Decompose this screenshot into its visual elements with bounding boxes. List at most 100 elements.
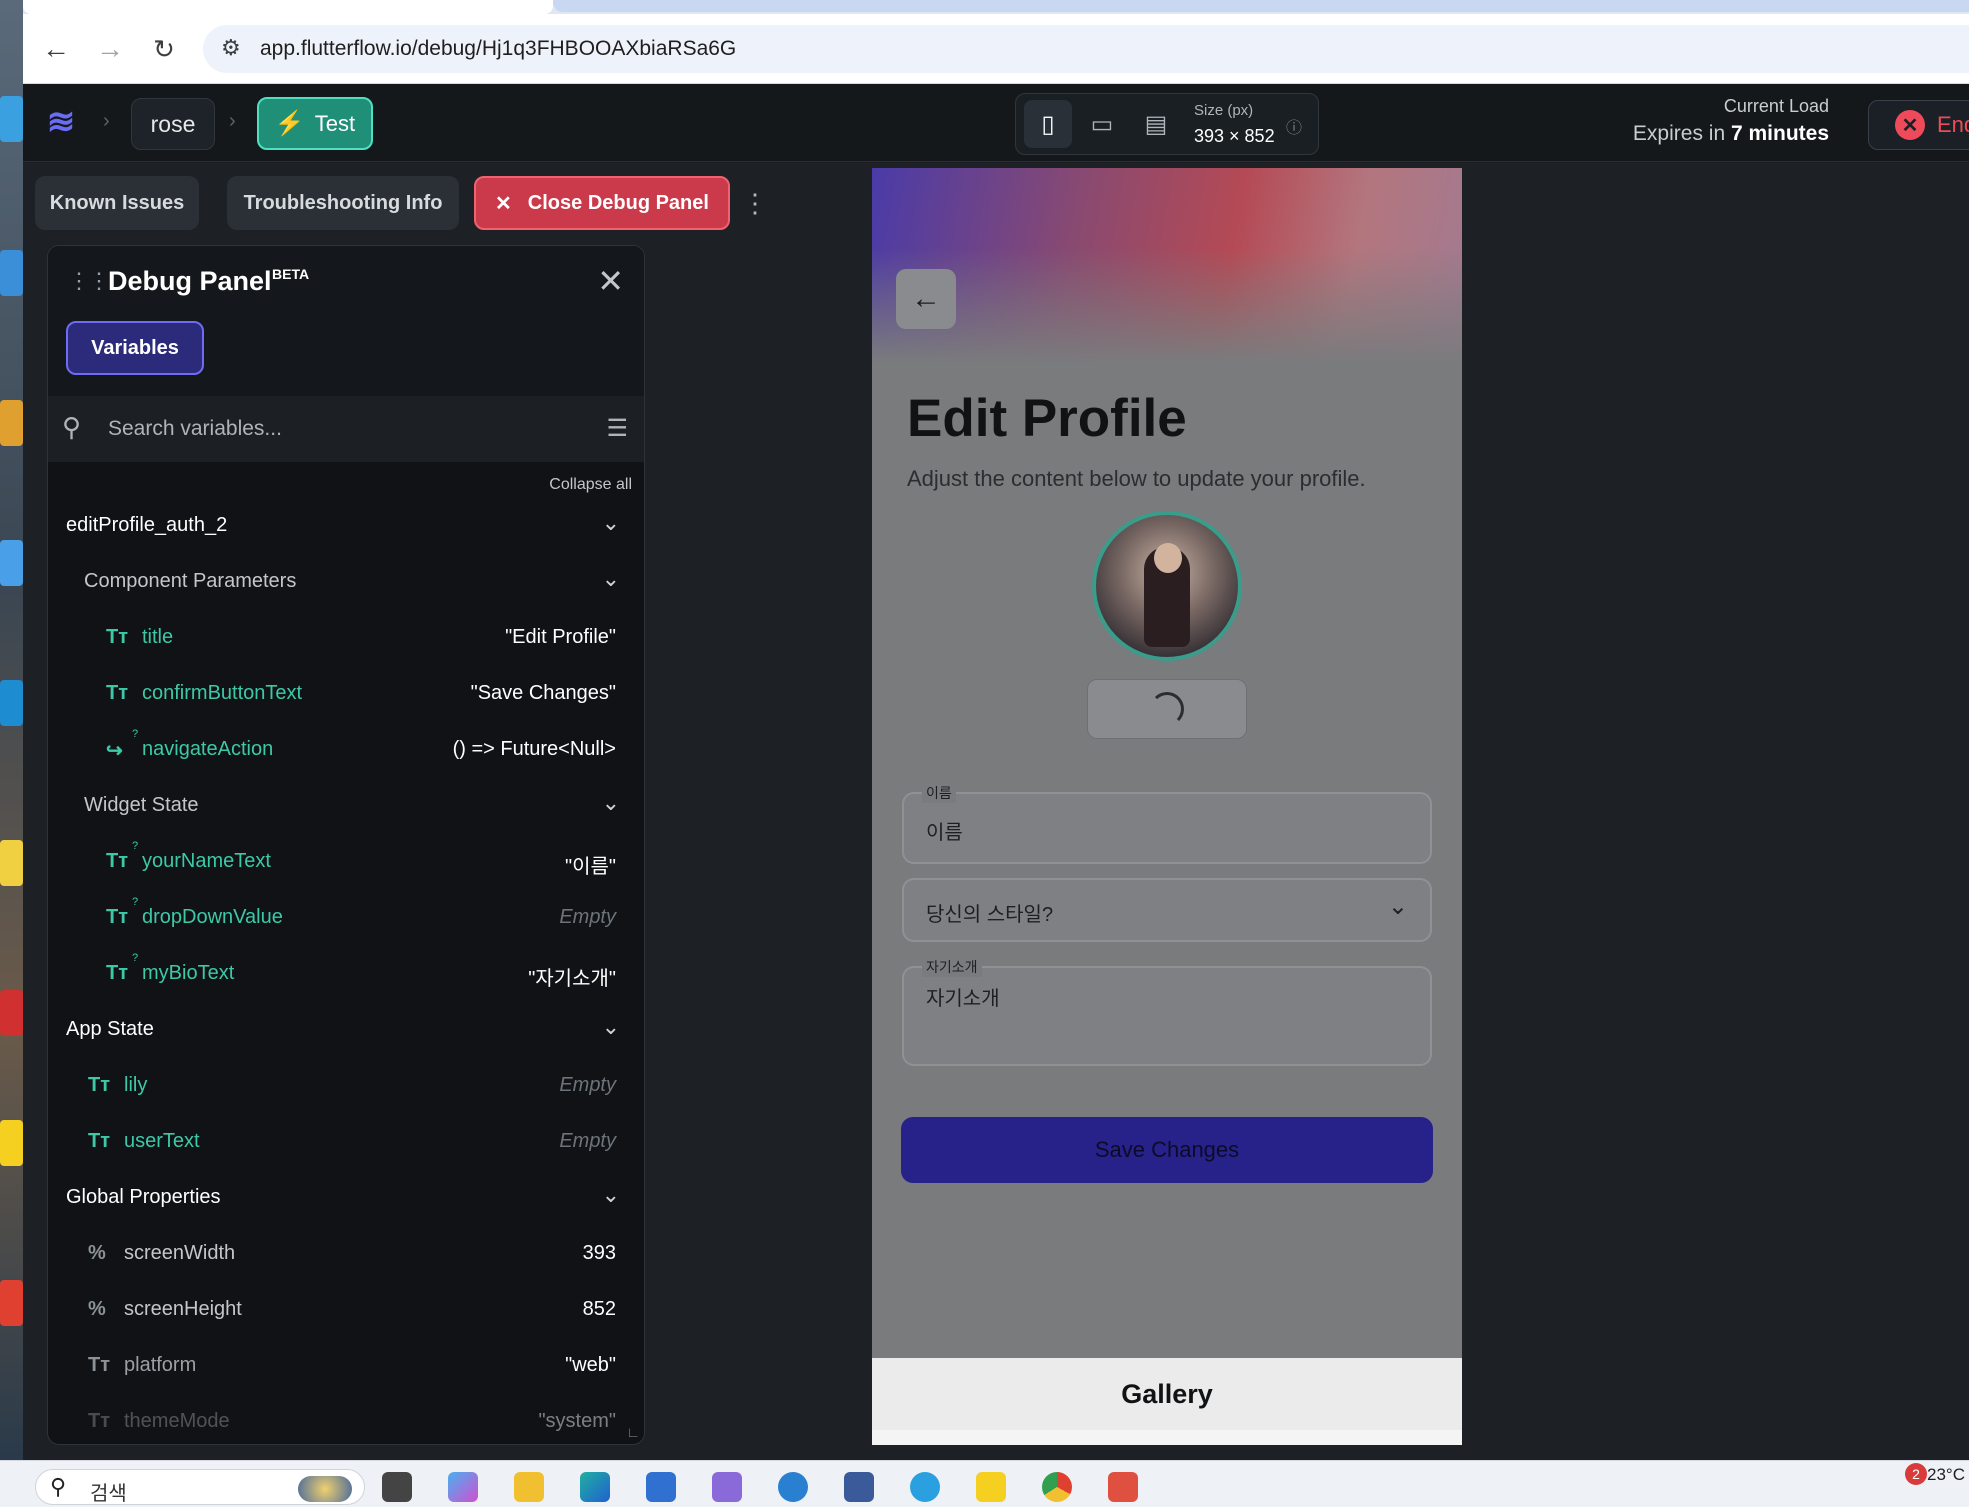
variable-value: Empty (559, 906, 616, 928)
info-icon[interactable]: ⓘ (1286, 114, 1302, 138)
avatar[interactable] (1092, 511, 1242, 661)
forward-arrow-icon[interactable]: → (89, 28, 131, 70)
desktop-device-icon[interactable]: ▤ (1132, 100, 1180, 148)
variable-row[interactable]: Tт lily Empty (48, 1060, 644, 1116)
desktop-shortcut-icon[interactable] (0, 1280, 23, 1326)
troubleshooting-info-button[interactable]: Troubleshooting Info (227, 176, 459, 230)
upload-photo-button[interactable] (1087, 679, 1247, 739)
search-input[interactable] (106, 410, 546, 448)
browser-tab-inactive[interactable] (553, 0, 1969, 12)
debug-panel: ⋮⋮ Debug Panel BETA ✕ Variables ⚲ ☰ Coll… (47, 245, 645, 1445)
tab-variables[interactable]: Variables (66, 321, 204, 375)
telegram-icon[interactable] (910, 1472, 940, 1502)
component-parameters-header[interactable]: Component Parameters ⌄ (48, 556, 644, 612)
chevron-down-icon[interactable]: ⌄ (602, 510, 620, 536)
back-arrow-icon[interactable]: ← (35, 28, 77, 70)
app-state-header[interactable]: App State ⌄ (48, 1004, 644, 1060)
chevron-down-icon[interactable]: ⌄ (602, 1014, 620, 1040)
gallery-button[interactable]: Gallery (872, 1358, 1462, 1430)
chevron-down-icon[interactable]: ⌄ (602, 566, 620, 592)
copilot-icon[interactable] (448, 1472, 478, 1502)
desktop-shortcut-icon[interactable] (0, 96, 23, 142)
variable-value: "이름" (565, 856, 616, 878)
bio-field[interactable]: 자기소개 자기소개 (902, 957, 1432, 1066)
search-highlight-image (298, 1476, 352, 1502)
variable-value: "system" (538, 1410, 616, 1432)
desktop-shortcut-icon[interactable] (0, 400, 23, 446)
variable-row[interactable]: Tт ? dropDownValue Empty (48, 892, 644, 948)
project-name-button[interactable]: rose (131, 98, 215, 150)
variable-row[interactable]: Tт confirmButtonText "Save Changes" (48, 668, 644, 724)
task-view-icon[interactable] (382, 1472, 412, 1502)
app-icon[interactable] (778, 1472, 808, 1502)
variable-row[interactable]: Tт themeMode "system" (48, 1396, 644, 1444)
desktop-shortcut-icon[interactable] (0, 990, 23, 1036)
desktop-shortcut-icon[interactable] (0, 540, 23, 586)
desktop-shortcut-icon[interactable] (0, 680, 23, 726)
resize-handle-icon[interactable]: ∟ (626, 1424, 640, 1440)
browser-tab-active[interactable] (23, 0, 553, 14)
tablet-device-icon[interactable]: ▭ (1078, 100, 1126, 148)
variable-row[interactable]: % screenWidth 393 (48, 1228, 644, 1284)
more-vertical-icon[interactable]: ⋮ (742, 183, 768, 223)
desktop-shortcut-icon[interactable] (0, 1120, 23, 1166)
variable-row[interactable]: Tт ? yourNameText "이름" (48, 836, 644, 892)
taskbar-search[interactable]: ⚲ 검색 (35, 1469, 365, 1505)
name-field[interactable]: 이름 이름 (902, 783, 1432, 864)
variable-row[interactable]: Tт ? myBioText "자기소개" (48, 948, 644, 1004)
phone-preview: ← Edit Profile Adjust the content below … (872, 168, 1462, 1445)
global-properties-header[interactable]: Global Properties ⌄ (48, 1172, 644, 1228)
close-debug-panel-button[interactable]: ✕ Close Debug Panel (474, 176, 730, 230)
flutterflow-logo-icon[interactable]: ≋ (41, 102, 81, 142)
variable-row[interactable]: Tт userText Empty (48, 1116, 644, 1172)
phone-device-icon[interactable]: ▯ (1024, 100, 1072, 148)
variable-name: themeMode (124, 1410, 230, 1432)
url-text[interactable]: app.flutterflow.io/debug/Hj1q3FHBOOAXbia… (260, 37, 736, 61)
close-icon[interactable]: ✕ (597, 262, 624, 300)
filter-icon[interactable]: ☰ (606, 414, 628, 443)
variable-row[interactable]: Tт platform "web" (48, 1340, 644, 1396)
nullable-marker: ? (132, 840, 139, 852)
text-type-icon: Tт (106, 682, 129, 704)
drag-handle-icon[interactable]: ⋮⋮ (68, 268, 110, 294)
security-icon[interactable] (844, 1472, 874, 1502)
save-changes-button[interactable]: Save Changes (901, 1117, 1433, 1183)
style-dropdown[interactable]: 당신의 스타일? ⌄ (902, 878, 1432, 942)
desktop-shortcut-icon[interactable] (0, 250, 23, 296)
known-issues-button[interactable]: Known Issues (35, 176, 199, 230)
chrome-icon[interactable] (1042, 1472, 1072, 1502)
back-arrow-icon[interactable]: ← (896, 269, 956, 329)
bio-field-value[interactable]: 자기소개 (926, 982, 1000, 1011)
weather-temperature[interactable]: 23°C (1927, 1465, 1965, 1485)
chevron-down-icon[interactable]: ⌄ (602, 1182, 620, 1208)
chevron-down-icon[interactable]: ⌄ (602, 790, 620, 816)
percent-type-icon: % (88, 1242, 106, 1264)
test-mode-label: Test (314, 110, 356, 136)
device-selector: ▯ ▭ ▤ Size (px) 393 × 852 ⓘ (1015, 93, 1319, 155)
end-session-button[interactable]: ✕ End S (1868, 100, 1969, 150)
kakaotalk-icon[interactable] (976, 1472, 1006, 1502)
site-settings-icon[interactable]: ⚙ (221, 35, 241, 61)
loading-spinner-icon (1150, 692, 1184, 726)
desktop-shortcut-icon[interactable] (0, 840, 23, 886)
variable-row[interactable]: ↪ ? navigateAction () => Future<Null> (48, 724, 644, 780)
search-icon: ⚲ (50, 1474, 67, 1499)
name-field-value[interactable]: 이름 (926, 816, 963, 845)
name-field-label: 이름 (922, 783, 956, 803)
file-explorer-icon[interactable] (514, 1472, 544, 1502)
test-mode-button[interactable]: ⚡ Test (257, 97, 373, 150)
app-icon[interactable] (712, 1472, 742, 1502)
variable-row[interactable]: % screenHeight 852 (48, 1284, 644, 1340)
widget-section-header[interactable]: editProfile_auth_2 ⌄ (48, 500, 644, 556)
style-dropdown-value: 당신의 스타일? (926, 904, 1054, 926)
variable-row[interactable]: Tт title "Edit Profile" (48, 612, 644, 668)
snipping-tool-icon[interactable] (1108, 1472, 1138, 1502)
store-icon[interactable] (646, 1472, 676, 1502)
size-value: 393 × 852 (1194, 126, 1275, 146)
edge-icon[interactable] (580, 1472, 610, 1502)
desktop-strip (0, 0, 23, 1460)
reload-icon[interactable]: ↻ (143, 28, 185, 70)
collapse-all-link[interactable]: Collapse all (549, 476, 632, 494)
widget-state-header[interactable]: Widget State ⌄ (48, 780, 644, 836)
address-bar[interactable]: ⚙ app.flutterflow.io/debug/Hj1q3FHBOOAXb… (203, 25, 1969, 73)
